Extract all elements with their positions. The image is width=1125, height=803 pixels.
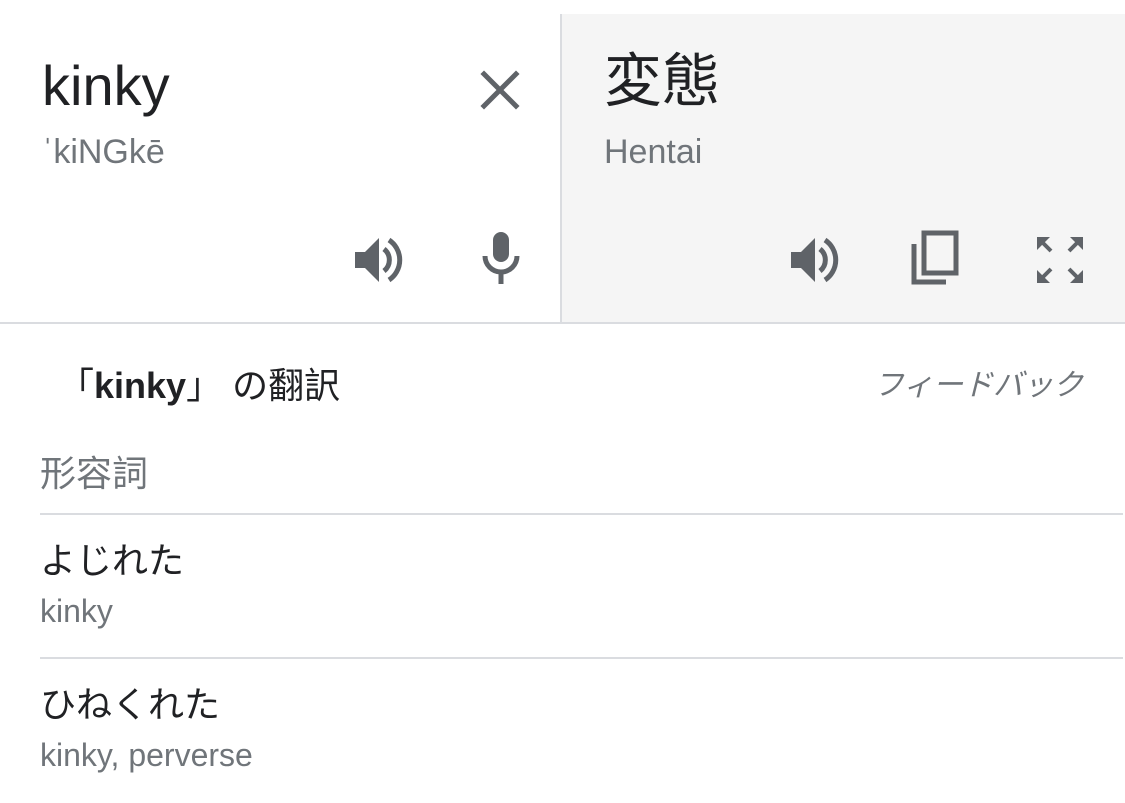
heading-suffix: の翻訳 bbox=[222, 365, 341, 406]
feedback-link[interactable]: フィードバック bbox=[874, 368, 1083, 404]
translation-list: よじれた kinky ひねくれた kinky, perverse bbox=[40, 513, 1123, 801]
part-of-speech-label: 形容詞 bbox=[40, 453, 149, 494]
speaker-icon bbox=[791, 237, 839, 283]
source-pane[interactable]: kinky ˈkiNGkē bbox=[0, 14, 562, 322]
heading-close-bracket: 」 bbox=[186, 365, 223, 406]
translation-panes: kinky ˈkiNGkē 変態 Hentai bbox=[0, 14, 1125, 324]
translation-term: よじれた bbox=[40, 540, 185, 581]
heading-open-bracket: 「 bbox=[58, 365, 95, 406]
voice-input-button[interactable] bbox=[473, 230, 529, 286]
list-item[interactable]: よじれた kinky bbox=[40, 513, 1123, 657]
close-icon bbox=[480, 70, 520, 110]
translations-header: 「kinky」 の翻訳 フィードバック bbox=[0, 322, 1125, 452]
fullscreen-button[interactable] bbox=[1032, 232, 1088, 288]
speaker-icon bbox=[355, 237, 403, 283]
source-transliteration: ˈkiNGkē bbox=[42, 133, 165, 171]
microphone-icon bbox=[482, 232, 520, 284]
heading-term: kinky bbox=[94, 365, 187, 406]
translation-term: ひねくれた bbox=[40, 684, 221, 725]
list-item[interactable]: ひねくれた kinky, perverse bbox=[40, 657, 1123, 801]
target-text: 変態 bbox=[604, 49, 721, 114]
fullscreen-icon bbox=[1037, 237, 1083, 283]
listen-source-button[interactable] bbox=[352, 232, 408, 288]
target-pane: 変態 Hentai bbox=[562, 14, 1125, 322]
copy-translation-button[interactable] bbox=[908, 230, 964, 286]
translation-synonyms: kinky bbox=[40, 593, 113, 629]
clear-button[interactable] bbox=[472, 62, 528, 118]
target-transliteration: Hentai bbox=[604, 133, 703, 171]
source-text[interactable]: kinky bbox=[42, 54, 170, 118]
translation-synonyms: kinky, perverse bbox=[40, 737, 253, 773]
copy-icon bbox=[911, 230, 959, 285]
translations-heading: 「kinky」 の翻訳 bbox=[58, 364, 340, 408]
listen-target-button[interactable] bbox=[788, 232, 844, 288]
